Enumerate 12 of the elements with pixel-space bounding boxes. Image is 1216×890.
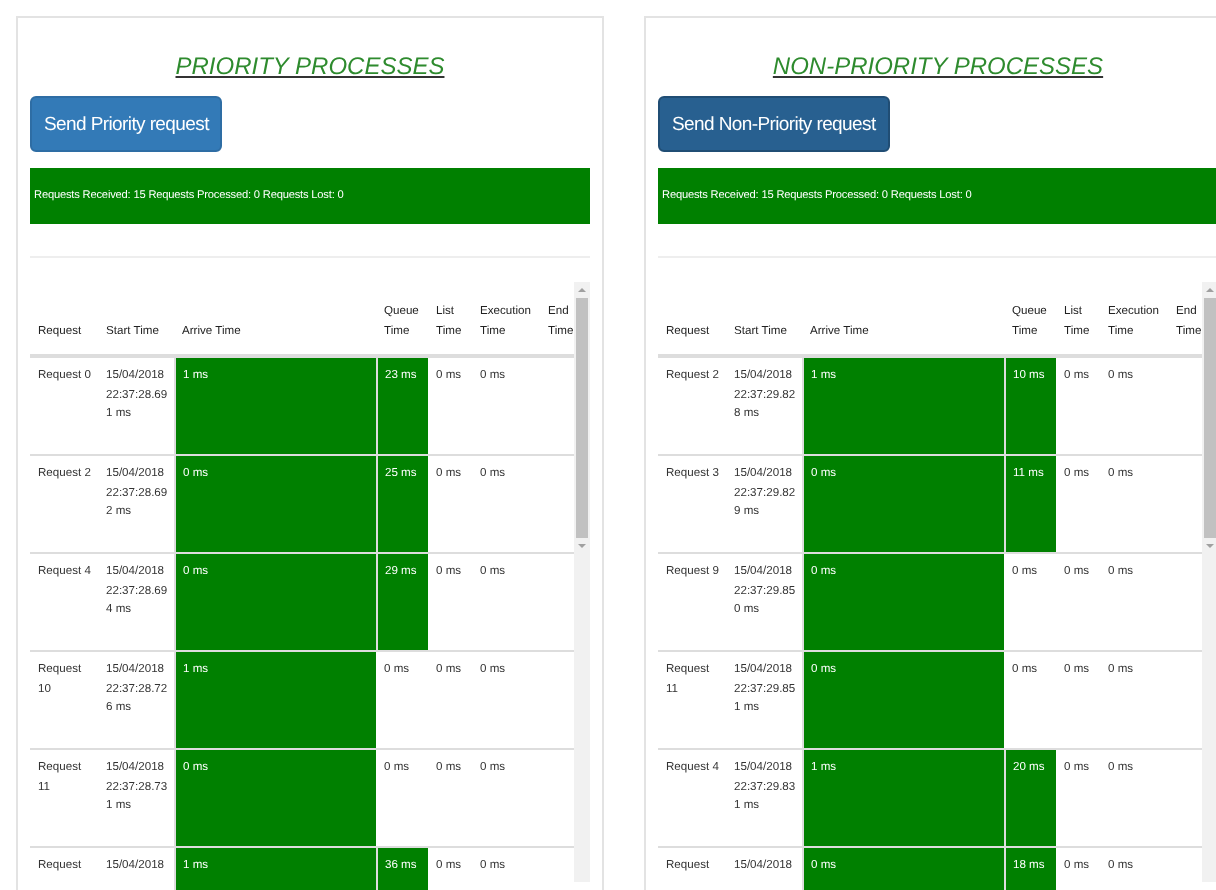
send-request-button[interactable]: Send Non-Priority request [658,96,890,152]
scroll-up-icon[interactable] [1202,282,1216,298]
panel-title: PRIORITY PROCESSES [175,52,445,80]
scroll-down-icon[interactable] [1202,538,1216,554]
scroll-down-icon[interactable] [574,538,590,554]
scroll-up-icon[interactable] [574,282,590,298]
panel-title: NON-PRIORITY PROCESSES [772,52,1104,80]
send-request-button[interactable]: Send Priority request [30,96,223,152]
scrollbar[interactable] [1202,282,1216,882]
scroll-thumb[interactable] [576,298,588,538]
scroll-thumb[interactable] [1204,298,1216,538]
scrollbar[interactable] [574,282,590,882]
